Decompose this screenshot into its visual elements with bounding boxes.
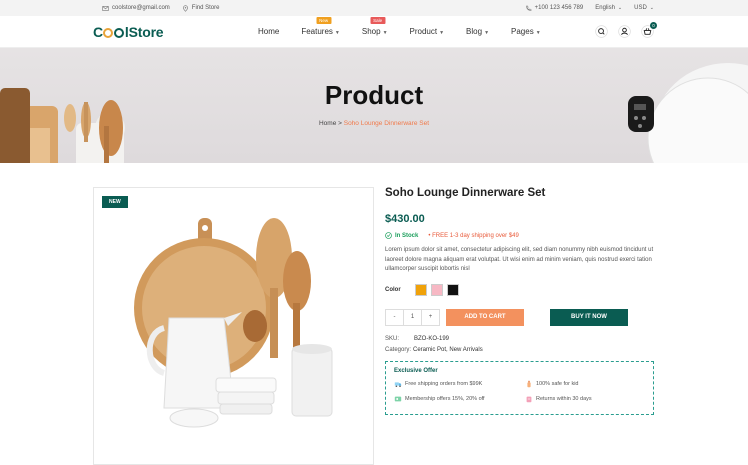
nav-label: Shop (361, 27, 381, 36)
qty-decrease-button[interactable]: - (386, 310, 403, 325)
product-price: $430.00 (385, 213, 425, 225)
offer-item: Returns within 30 days (525, 395, 645, 403)
phone-text: +100 123 456 789 (534, 5, 584, 11)
product-section: NEW Soho Lounge Dinnerware Set $430.00 I… (0, 163, 748, 465)
add-to-cart-button[interactable]: ADD TO CART (446, 308, 524, 326)
offer-text: Free shipping orders from $99K (405, 380, 483, 387)
page-title: Product (324, 80, 424, 110)
chevron-down-icon: ▼ (535, 30, 541, 36)
mail-icon (102, 5, 109, 11)
phone-icon (525, 5, 531, 11)
nav-label: Home (258, 27, 280, 36)
offer-text: Membership offers 15%, 20% off (405, 395, 485, 402)
find-store-text: Find Store (191, 5, 220, 11)
chevron-down-icon: ▼ (439, 30, 445, 36)
breadcrumb: Home > Soho Lounge Dinnerware Set (0, 120, 748, 127)
category-label: Category: (385, 346, 412, 353)
color-swatch-orange[interactable] (414, 283, 427, 296)
stock-text: In Stock (395, 232, 419, 239)
search-button[interactable] (595, 25, 608, 38)
account-button[interactable] (618, 25, 631, 38)
logo[interactable]: ClStore (93, 24, 263, 40)
color-label: Color (385, 286, 401, 293)
search-icon (595, 25, 608, 38)
logo-text-end: lStore (124, 23, 164, 40)
nav-features[interactable]: New Features ▼ (301, 17, 340, 36)
baby-bottle-icon (527, 380, 531, 387)
sale-badge: Sale (370, 17, 386, 24)
membership-icon (394, 396, 402, 401)
color-swatch-black[interactable] (446, 283, 459, 296)
new-badge: New (316, 17, 332, 24)
qty-input[interactable]: 1 (403, 309, 422, 325)
stock-status: In Stock (385, 232, 418, 239)
nav-label: Pages (511, 27, 534, 36)
product-image-box[interactable]: NEW (93, 187, 374, 465)
nav-label: Product (409, 27, 438, 36)
offer-item: Membership offers 15%, 20% off (394, 395, 525, 403)
chevron-down-icon: ▼ (334, 30, 340, 36)
nav-product[interactable]: Product ▼ (410, 27, 445, 36)
cart-count-badge: 0 (650, 22, 657, 29)
language-select[interactable]: English ⌄ (595, 5, 622, 11)
offer-text: 100% safe for kid (536, 380, 579, 387)
language-value: English (595, 5, 615, 11)
top-bar: coolstore@gmail.com Find Store +100 123 … (0, 0, 748, 16)
offer-text: Returns within 30 days (536, 395, 592, 402)
chevron-down-icon: ⌄ (649, 5, 654, 11)
chevron-down-icon: ▼ (382, 30, 388, 36)
nav-label: Blog (466, 27, 483, 36)
product-info: Soho Lounge Dinnerware Set $430.00 In St… (385, 187, 655, 415)
new-badge: NEW (102, 196, 128, 208)
offer-title: Exclusive Offer (394, 367, 438, 374)
nav-home[interactable]: Home (258, 27, 279, 36)
phone-link[interactable]: +100 123 456 789 (525, 5, 584, 12)
email-text: coolstore@gmail.com (112, 5, 170, 11)
sku-label: SKU: (385, 335, 400, 342)
main-nav: Home New Features ▼ Sale Shop ▼ Product ▼ B… (258, 17, 563, 36)
quantity-stepper: - 1 + (385, 308, 440, 326)
chevron-down-icon: ⌄ (617, 5, 623, 11)
breadcrumb-current: Soho Lounge Dinnerware Set (343, 120, 430, 127)
logo-text-start: C (93, 23, 103, 40)
breadcrumb-separator: > (338, 120, 342, 127)
color-selector: Color (385, 283, 655, 296)
product-meta: SKU: BZO-KO-199 Category: Ceramic Pot, New… (385, 336, 655, 353)
nav-blog[interactable]: Blog ▼ (466, 27, 489, 36)
breadcrumb-home[interactable]: Home (319, 120, 336, 127)
color-swatch-pink[interactable] (430, 283, 443, 296)
cart-button[interactable]: 0 (641, 22, 657, 38)
qty-increase-button[interactable]: + (422, 310, 439, 325)
nav-shop[interactable]: Sale Shop ▼ (361, 17, 388, 36)
truck-icon (394, 381, 402, 387)
user-icon (618, 25, 631, 38)
currency-value: USD (634, 5, 647, 11)
email-link[interactable]: coolstore@gmail.com (102, 5, 170, 12)
chevron-down-icon: ▼ (484, 30, 490, 36)
sku-value: BZO-KO-199 (414, 335, 450, 342)
find-store-link[interactable]: Find Store (182, 4, 220, 12)
shipping-text: FREE 1-3 day shipping over $49 (432, 232, 519, 239)
nav-label: Features (301, 27, 333, 36)
offer-item: Free shipping orders from $99K (394, 380, 525, 388)
logo-o-mark (114, 27, 125, 38)
product-description: Lorem ipsum dolor sit amet, consectetur … (385, 247, 654, 272)
shipping-note: • FREE 1-3 day shipping over $49 (428, 232, 519, 239)
logo-o-mark (103, 27, 114, 38)
main-header: ClStore Home New Features ▼ Sale Shop ▼ Pr… (0, 16, 748, 48)
currency-select[interactable]: USD ⌄ (634, 5, 654, 11)
map-pin-icon (182, 4, 188, 12)
exclusive-offer-box: Exclusive Offer Free shipping orders fro… (385, 360, 654, 415)
nav-pages[interactable]: Pages ▼ (511, 27, 541, 36)
page-hero-banner: Product Home > Soho Lounge Dinnerware Se… (0, 48, 748, 163)
offer-item: 100% safe for kid (525, 380, 645, 388)
check-circle-icon (385, 232, 392, 239)
product-image (134, 218, 333, 428)
category-value[interactable]: Ceramic Pot, New Arrivals (413, 347, 483, 353)
return-box-icon (526, 396, 532, 402)
product-title: Soho Lounge Dinnerware Set (385, 187, 546, 199)
buy-now-button[interactable]: BUY IT NOW (550, 308, 628, 326)
